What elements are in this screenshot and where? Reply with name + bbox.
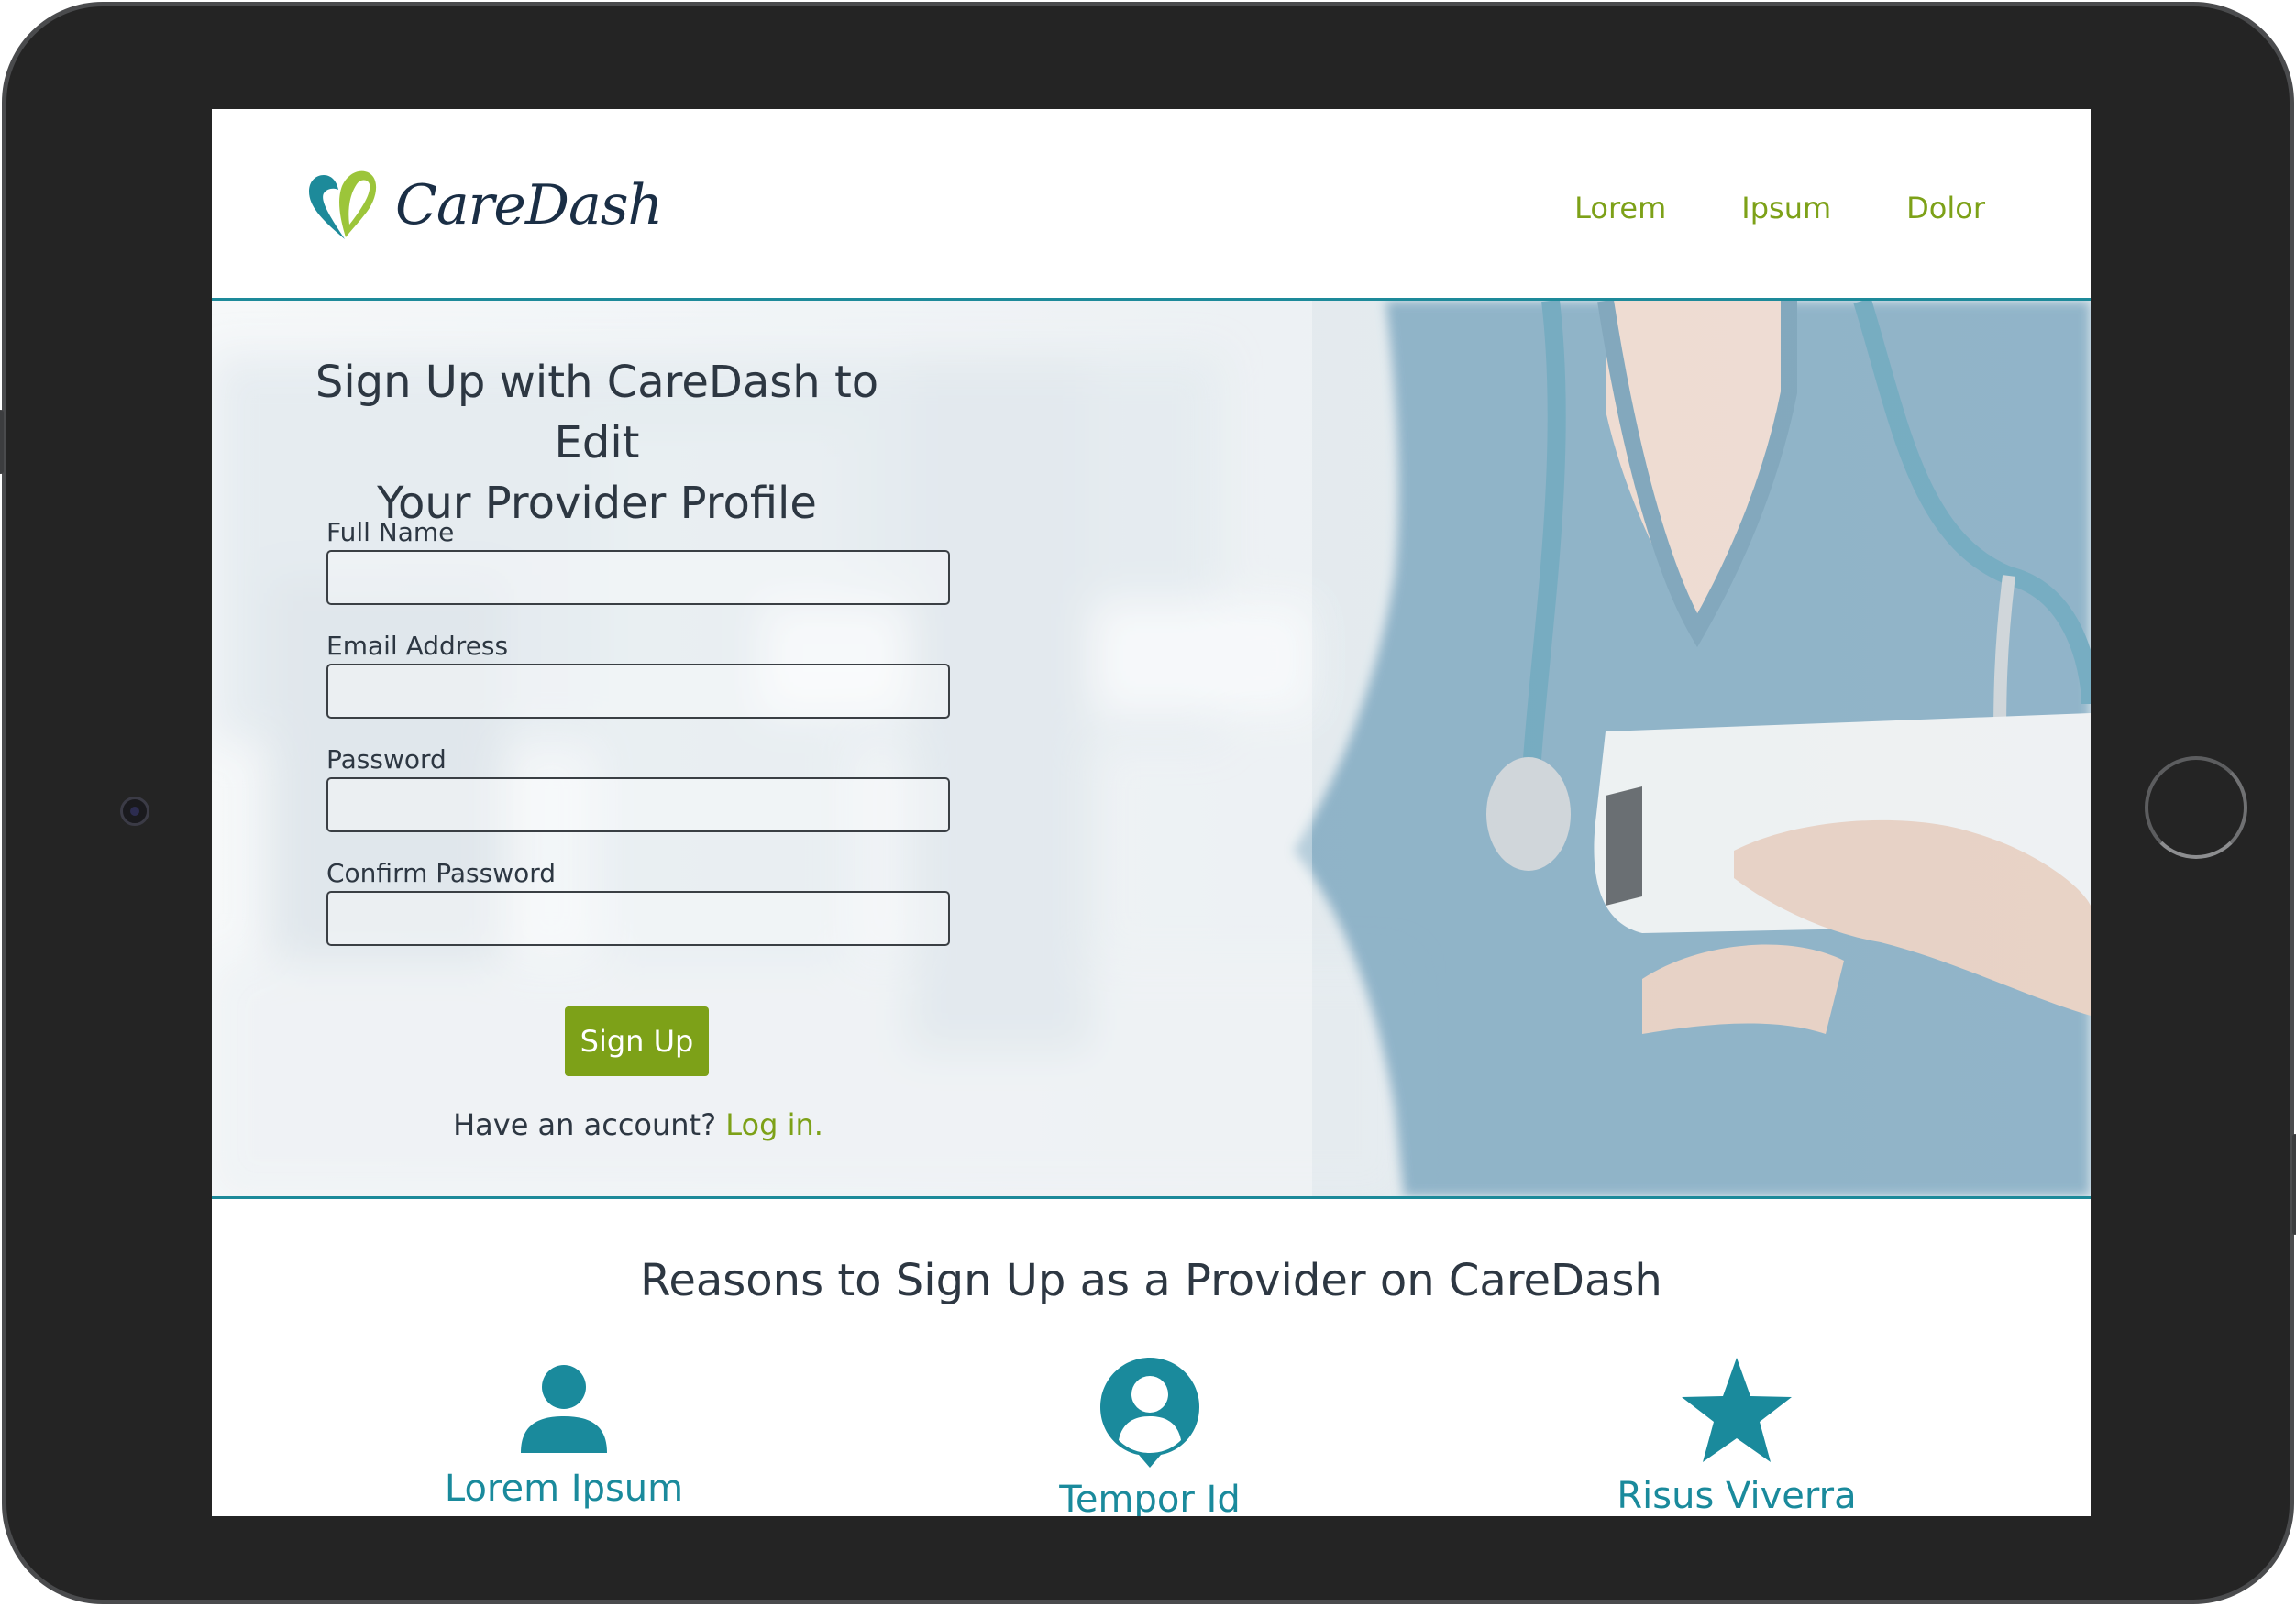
- email-address-label: Email Address: [326, 631, 509, 661]
- profile-pin-icon: [1100, 1358, 1199, 1468]
- nav-link-lorem[interactable]: Lorem: [1574, 181, 1666, 236]
- log-in-link[interactable]: Log in.: [725, 1107, 823, 1142]
- reason-label-3: Risus Viverra: [1617, 1475, 1857, 1516]
- reason-item-2: Tempor Id: [966, 1356, 1333, 1516]
- person-icon: [521, 1365, 607, 1453]
- signup-heading-line1: Sign Up with CareDash to Edit: [315, 357, 879, 468]
- screen: CareDash Lorem Ipsum Dolor Sign Up with …: [212, 109, 2091, 1516]
- login-prompt: Have an account? Log in.: [212, 1107, 1065, 1142]
- email-address-input[interactable]: [326, 664, 950, 719]
- confirm-password-input[interactable]: [326, 891, 950, 946]
- nav-link-ipsum[interactable]: Ipsum: [1741, 181, 1831, 236]
- home-button[interactable]: [2145, 756, 2247, 859]
- power-button: [2292, 1134, 2296, 1235]
- confirm-password-label: Confirm Password: [326, 858, 557, 888]
- caredash-logo[interactable]: CareDash: [304, 164, 663, 247]
- reason-item-3: Risus Viverra: [1553, 1356, 1920, 1516]
- front-camera: [120, 797, 149, 826]
- signup-hero: Sign Up with CareDash to Edit Your Provi…: [212, 301, 2091, 1199]
- full-name-input[interactable]: [326, 550, 950, 605]
- password-input[interactable]: [326, 777, 950, 832]
- have-account-text: Have an account?: [453, 1107, 717, 1142]
- full-name-label: Full Name: [326, 517, 455, 547]
- star-icon: [1682, 1358, 1792, 1462]
- nav-link-dolor[interactable]: Dolor: [1906, 181, 1985, 236]
- logo-wordmark: CareDash: [395, 173, 663, 237]
- reasons-heading: Reasons to Sign Up as a Provider on Care…: [640, 1255, 1662, 1306]
- volume-button: [0, 410, 4, 474]
- tablet-frame: CareDash Lorem Ipsum Dolor Sign Up with …: [0, 2, 2296, 1604]
- reason-item-1: Lorem Ipsum: [381, 1356, 747, 1510]
- sign-up-button[interactable]: Sign Up: [565, 1006, 709, 1076]
- caredash-heart-logo-icon: [309, 170, 377, 239]
- reason-label-1: Lorem Ipsum: [444, 1468, 684, 1510]
- main-nav: Lorem Ipsum Dolor: [1574, 181, 1985, 236]
- password-label: Password: [326, 744, 447, 775]
- reason-label-2: Tempor Id: [1059, 1479, 1241, 1516]
- signup-heading: Sign Up with CareDash to Edit Your Provi…: [276, 352, 918, 534]
- site-header: CareDash Lorem Ipsum Dolor: [212, 109, 2091, 301]
